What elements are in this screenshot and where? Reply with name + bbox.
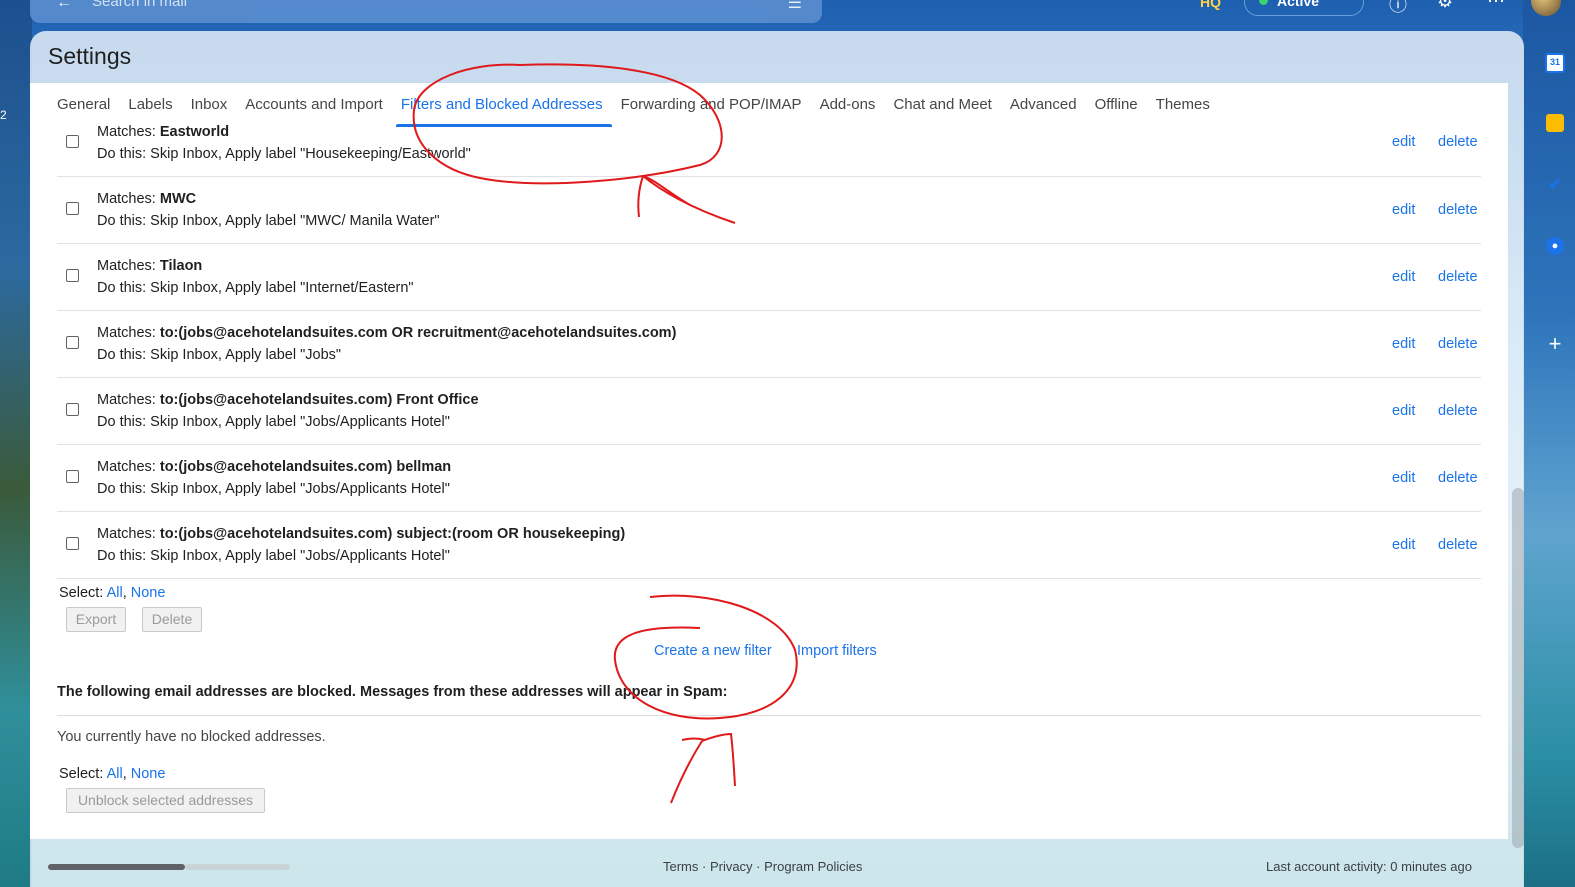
filter-match: to:(jobs@acehotelandsuites.com OR recrui… [159,325,677,341]
tab-forwarding[interactable]: Forwarding and POP/IMAP [612,83,811,127]
status-dot [1259,0,1268,5]
filter-checkbox[interactable] [66,135,79,148]
select-all-link[interactable]: All [107,766,123,782]
filter-description: Matches: Tilaon Do this: Skip Inbox, App… [97,255,414,299]
filter-description: Matches: Eastworld Do this: Skip Inbox, … [97,121,471,165]
filter-row: Matches: to:(jobs@acehotelandsuites.com)… [57,512,1481,579]
filter-match: MWC [159,191,197,207]
filter-row: Matches: to:(jobs@acehotelandsuites.com)… [57,378,1481,445]
select-none-link[interactable]: None [131,585,166,601]
filter-action: Do this: Skip Inbox, Apply label "Jobs" [97,347,342,363]
filter-action: Do this: Skip Inbox, Apply label "Jobs/A… [97,548,450,564]
contacts-icon[interactable]: ● [1542,233,1568,259]
search-placeholder[interactable]: Search in mail [92,0,187,10]
filter-action: Do this: Skip Inbox, Apply label "MWC/ M… [97,213,440,229]
filter-description: Matches: to:(jobs@acehotelandsuites.com … [97,322,676,366]
blocked-heading: The following email addresses are blocke… [57,684,728,700]
filter-match: Eastworld [159,124,230,140]
calendar-icon[interactable]: 31 [1542,50,1568,76]
keep-icon[interactable] [1542,110,1568,136]
filter-list: Matches: Eastworld Do this: Skip Inbox, … [57,124,1481,579]
edit-link[interactable]: edit [1392,470,1415,486]
background-left-strip [0,0,32,887]
filter-action: Do this: Skip Inbox, Apply label "Jobs/A… [97,414,450,430]
edge-fragment: 2 [0,108,7,122]
calendar-day: 31 [1545,53,1565,73]
tab-add-ons[interactable]: Add-ons [811,83,885,127]
filter-description: Matches: MWC Do this: Skip Inbox, Apply … [97,188,440,232]
tab-chat-and-meet[interactable]: Chat and Meet [884,83,1000,127]
blocked-select: Select: All, None [59,766,166,782]
back-arrow-icon[interactable]: ← [56,0,72,12]
filter-checkbox[interactable] [66,202,79,215]
vertical-scrollbar[interactable] [1512,488,1524,848]
tune-icon[interactable]: ☰ [788,0,802,13]
export-button[interactable]: Export [66,607,126,632]
page-title: Settings [48,43,132,69]
filter-row: Matches: MWC Do this: Skip Inbox, Apply … [57,177,1481,244]
plus-icon[interactable]: + [1542,331,1568,357]
filter-checkbox[interactable] [66,269,79,282]
filter-checkbox[interactable] [66,537,79,550]
tab-advanced[interactable]: Advanced [1001,83,1086,127]
filter-row: Matches: Tilaon Do this: Skip Inbox, App… [57,244,1481,311]
delete-link[interactable]: delete [1438,269,1478,285]
filter-row: Matches: to:(jobs@acehotelandsuites.com)… [57,445,1481,512]
filter-action: Do this: Skip Inbox, Apply label "Jobs/A… [97,481,450,497]
filter-action: Do this: Skip Inbox, Apply label "Intern… [97,280,414,296]
search-bar[interactable]: ← Search in mail ☰ [30,0,822,23]
filter-checkbox[interactable] [66,470,79,483]
no-blocked-text: You currently have no blocked addresses. [57,729,326,745]
filter-match: to:(jobs@acehotelandsuites.com) bellman [159,459,452,475]
delete-link[interactable]: delete [1438,336,1478,352]
hq-badge: HQ [1200,0,1221,10]
gear-icon[interactable]: ⚙ [1437,0,1453,12]
apps-grid-icon[interactable]: ⋯ [1487,0,1505,12]
delete-button[interactable]: Delete [142,607,202,632]
edit-link[interactable]: edit [1392,202,1415,218]
delete-link[interactable]: delete [1438,537,1478,553]
footer-links[interactable]: Terms · Privacy · Program Policies [663,859,862,874]
status-label: Active [1277,0,1320,9]
divider [57,715,1481,716]
filter-checkbox[interactable] [66,336,79,349]
help-icon[interactable]: ⓘ [1389,0,1407,17]
filter-description: Matches: to:(jobs@acehotelandsuites.com)… [97,456,451,500]
delete-link[interactable]: delete [1438,202,1478,218]
filter-description: Matches: to:(jobs@acehotelandsuites.com)… [97,523,625,567]
filter-match: Tilaon [159,258,203,274]
filter-row: Matches: Eastworld Do this: Skip Inbox, … [57,124,1481,177]
tab-themes[interactable]: Themes [1147,83,1219,127]
unblock-button[interactable]: Unblock selected addresses [66,788,265,813]
import-filters-link[interactable]: Import filters [797,643,877,659]
select-none-link[interactable]: None [131,766,166,782]
filter-select: Select: All, None [59,585,166,601]
delete-link[interactable]: delete [1438,134,1478,150]
horizontal-scroll-track [185,864,290,870]
filter-row: Matches: to:(jobs@acehotelandsuites.com … [57,311,1481,378]
select-all-link[interactable]: All [107,585,123,601]
edit-link[interactable]: edit [1392,336,1415,352]
status-button[interactable]: Active [1244,0,1364,16]
filter-match: to:(jobs@acehotelandsuites.com) subject:… [159,526,626,542]
filter-description: Matches: to:(jobs@acehotelandsuites.com)… [97,389,479,433]
filter-checkbox[interactable] [66,403,79,416]
filter-match: to:(jobs@acehotelandsuites.com) Front Of… [159,392,479,408]
create-filter-link[interactable]: Create a new filter [654,643,772,659]
delete-link[interactable]: delete [1438,403,1478,419]
edit-link[interactable]: edit [1392,403,1415,419]
edit-link[interactable]: edit [1392,269,1415,285]
tasks-icon[interactable]: ✔ [1542,171,1568,197]
edit-link[interactable]: edit [1392,134,1415,150]
tab-offline[interactable]: Offline [1086,83,1147,127]
delete-link[interactable]: delete [1438,470,1478,486]
last-activity: Last account activity: 0 minutes ago [1266,859,1472,874]
horizontal-scrollbar[interactable] [48,864,185,870]
filter-action: Do this: Skip Inbox, Apply label "Housek… [97,146,471,162]
edit-link[interactable]: edit [1392,537,1415,553]
